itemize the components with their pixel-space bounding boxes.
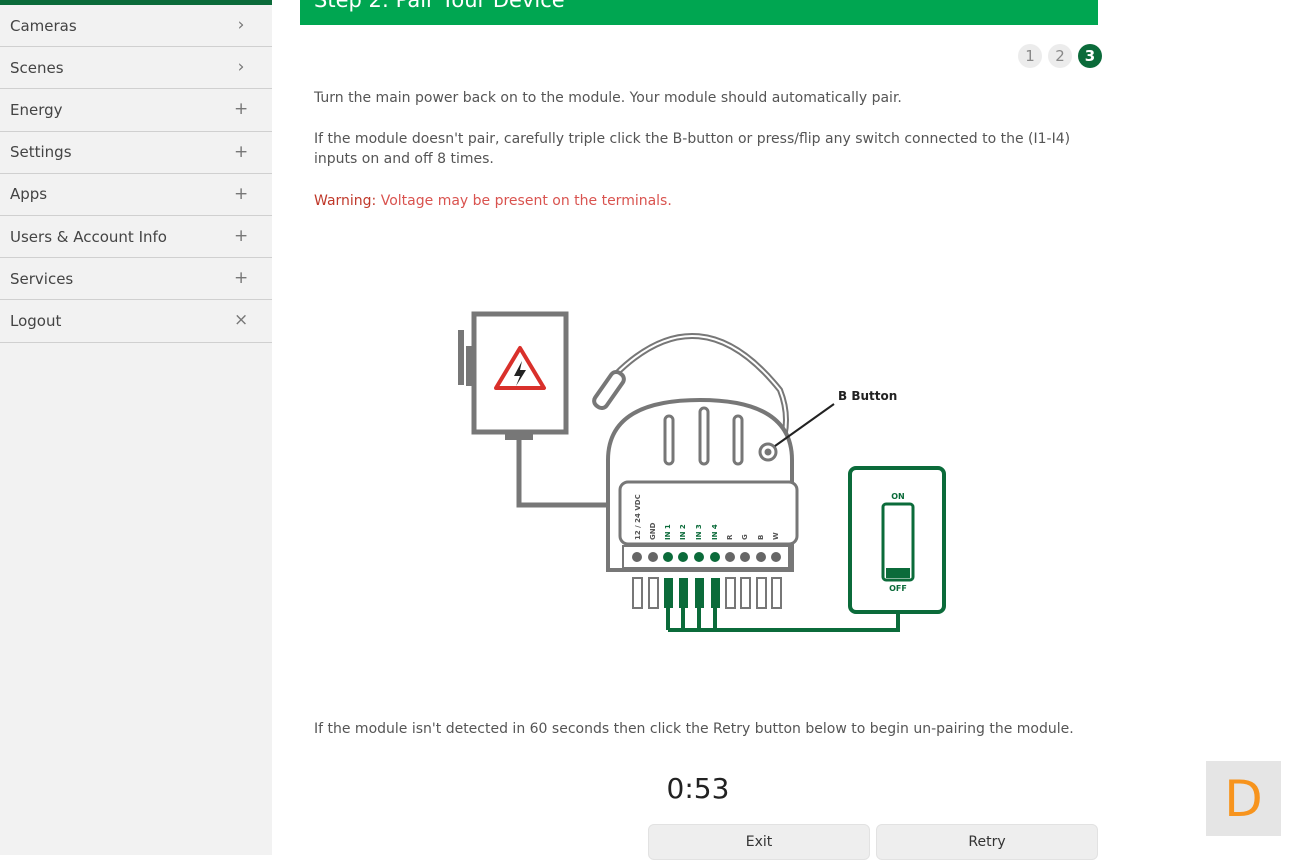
sidebar-item-label: Logout (10, 311, 62, 330)
warning-message: Warning: Voltage may be present on the t… (314, 191, 1094, 211)
terminal-label: 12 / 24 VDC (634, 494, 642, 540)
plus-icon: + (234, 141, 249, 162)
terminal-pins (632, 577, 782, 609)
sidebar-item-label: Users & Account Info (10, 227, 167, 246)
chevron-right-icon: › (237, 15, 245, 36)
step-3-active: 3 (1078, 44, 1102, 68)
switch-on-label: ON (891, 492, 905, 501)
module-icon (606, 397, 799, 572)
switch-off-label: OFF (889, 584, 907, 593)
countdown-timer: 0:53 (666, 772, 730, 805)
sidebar-item-label: Apps (10, 185, 48, 204)
plus-icon: + (234, 226, 249, 247)
instruction-triple-click: If the module doesn't pair, carefully tr… (314, 131, 1071, 167)
wiring-diagram: B Button 12 / 24 VDC GND IN 1 IN 2 IN 3 … (458, 311, 946, 632)
step-2: 2 (1048, 44, 1072, 68)
terminal-label: R (726, 534, 734, 540)
sidebar-item-energy[interactable]: Energy + (0, 89, 272, 132)
sidebar-item-label: Energy (10, 100, 63, 119)
terminal-label: W (772, 532, 780, 540)
terminal-label: IN 1 (664, 524, 672, 540)
terminal-label: IN 3 (695, 524, 703, 540)
sidebar-menu: Cameras › Scenes › Energy + Settings + A… (0, 5, 272, 343)
warning-text: Voltage may be present on the terminals. (376, 193, 672, 209)
sidebar-item-scenes[interactable]: Scenes › (0, 47, 272, 90)
sidebar-item-services[interactable]: Services + (0, 258, 272, 301)
chat-widget-badge[interactable]: D (1206, 761, 1281, 836)
sidebar-item-settings[interactable]: Settings + (0, 132, 272, 174)
power-supply-icon (458, 311, 569, 440)
page-title: Step 2: Pair Your Device (314, 0, 565, 12)
sidebar-item-label: Settings (10, 143, 72, 162)
chevron-right-icon: › (237, 57, 245, 78)
sidebar-item-cameras[interactable]: Cameras › (0, 5, 272, 48)
sidebar-item-logout[interactable]: Logout × (0, 300, 272, 343)
plus-icon: + (234, 99, 249, 120)
sidebar-item-apps[interactable]: Apps + (0, 174, 272, 216)
terminal-label: G (741, 534, 749, 540)
sidebar-item-label: Cameras (10, 16, 77, 35)
instruction-power-on: Turn the main power back on to the modul… (314, 90, 902, 106)
b-button-label: B Button (838, 389, 897, 403)
warning-label: Warning: (314, 193, 377, 209)
step-1: 1 (1018, 44, 1042, 68)
retry-instruction: If the module isn't detected in 60 secon… (314, 721, 1074, 737)
terminal-label: IN 4 (711, 524, 719, 540)
step-indicator: 1 2 3 (1018, 44, 1102, 68)
terminal-label: GND (649, 522, 657, 540)
terminal-label: B (757, 535, 765, 540)
step-header: Step 2: Pair Your Device (300, 0, 1098, 25)
sidebar: Cameras › Scenes › Energy + Settings + A… (0, 0, 272, 855)
plus-icon: + (234, 268, 249, 289)
sidebar-item-label: Services (10, 269, 74, 288)
plus-icon: + (234, 183, 249, 204)
terminal-label: IN 2 (679, 524, 687, 540)
close-icon: × (234, 310, 249, 331)
sidebar-item-label: Scenes (10, 58, 64, 77)
wall-switch-icon: ON OFF (848, 466, 946, 614)
sidebar-item-users-account-info[interactable]: Users & Account Info + (0, 216, 272, 259)
